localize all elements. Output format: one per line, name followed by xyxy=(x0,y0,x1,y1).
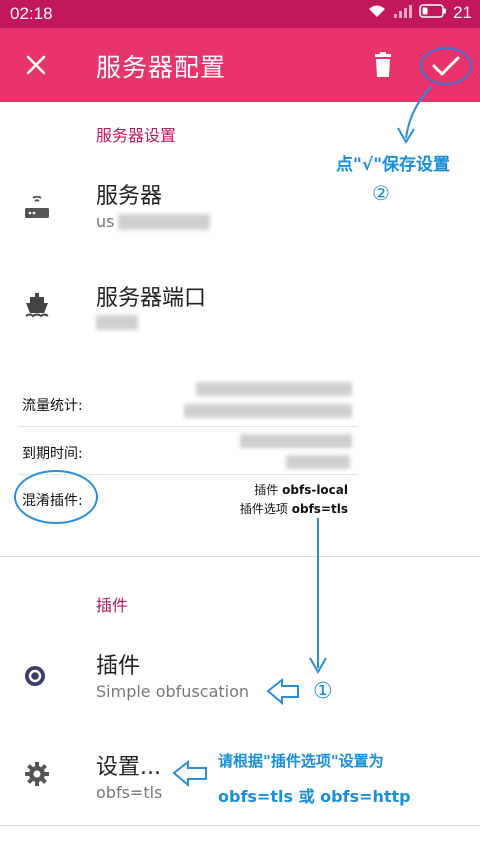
redacted-traffic-line2 xyxy=(184,404,352,418)
plugin-value: obfs-local xyxy=(282,483,348,497)
plugin-settings-value: obfs=tls xyxy=(96,783,163,802)
section-header-plugin: 插件 xyxy=(96,596,129,615)
plugin-prefix: 插件 xyxy=(254,483,279,497)
server-value: us xyxy=(96,212,115,231)
page-title: 服务器配置 xyxy=(96,53,227,82)
server-config-screen: 02:18 21 服务器配置 服务器设置 服务器 us 服务器端口 流量统计: … xyxy=(0,0,480,853)
arrowhead-plugin xyxy=(309,657,327,675)
close-button[interactable] xyxy=(18,47,54,83)
info-divider xyxy=(18,426,358,427)
annotation-save-hint: 点"√"保存设置 xyxy=(336,155,451,175)
plugin-opts-line: 插件选项 obfs=tls xyxy=(240,500,348,519)
annotation-hint-line2: obfs=tls 或 obfs=http xyxy=(218,787,411,806)
section-header-server: 服务器设置 xyxy=(96,126,177,145)
plugin-value: Simple obfuscation xyxy=(96,682,250,701)
battery-icon xyxy=(419,3,447,23)
obfs-label-highlight-ellipse xyxy=(14,470,98,524)
redacted-server-address xyxy=(118,214,210,230)
annotation-step-1: ① xyxy=(313,679,333,704)
server-title: 服务器 xyxy=(96,184,163,209)
plugin-opts-prefix: 插件选项 xyxy=(239,502,288,516)
delete-button[interactable] xyxy=(365,46,401,84)
hollow-arrow-settings xyxy=(172,759,207,788)
expire-label: 到期时间: xyxy=(22,446,83,462)
router-icon xyxy=(22,193,52,223)
hollow-arrow-plugin xyxy=(266,677,299,706)
gear-icon xyxy=(22,759,52,789)
traffic-label: 流量统计: xyxy=(22,398,83,414)
plugin-opts-value: obfs=tls xyxy=(291,502,348,516)
status-icons: 21 xyxy=(367,3,472,23)
bottom-divider xyxy=(0,825,480,826)
annotation-hint-line1: 请根据"插件选项"设置为 xyxy=(218,752,384,770)
close-icon xyxy=(26,55,46,75)
status-time: 02:18 xyxy=(10,4,53,23)
section-divider xyxy=(0,556,480,557)
signal-icon xyxy=(393,3,413,23)
ship-icon xyxy=(22,290,52,320)
redacted-expire-line2 xyxy=(286,455,350,469)
save-highlight-ellipse xyxy=(420,47,472,85)
redacted-server-port xyxy=(96,315,138,330)
redacted-traffic-line1 xyxy=(196,382,352,396)
plugin-settings-title: 设置... xyxy=(96,755,161,780)
delete-icon xyxy=(375,52,391,77)
battery-level: 21 xyxy=(453,3,472,22)
arrowhead-save-hint xyxy=(397,127,415,144)
obfs-plugin-details: 插件 obfs-local 插件选项 obfs=tls xyxy=(240,481,348,519)
app-bar: 服务器配置 xyxy=(0,28,480,102)
redacted-expire-line1 xyxy=(240,434,352,448)
plugin-line: 插件 obfs-local xyxy=(240,481,348,500)
wifi-icon xyxy=(367,3,387,23)
status-bar: 02:18 21 xyxy=(0,0,480,28)
plugin-title: 插件 xyxy=(96,654,141,679)
server-port-title: 服务器端口 xyxy=(96,286,207,311)
annotation-step-2: ② xyxy=(372,181,390,205)
plugin-icon xyxy=(20,661,50,691)
